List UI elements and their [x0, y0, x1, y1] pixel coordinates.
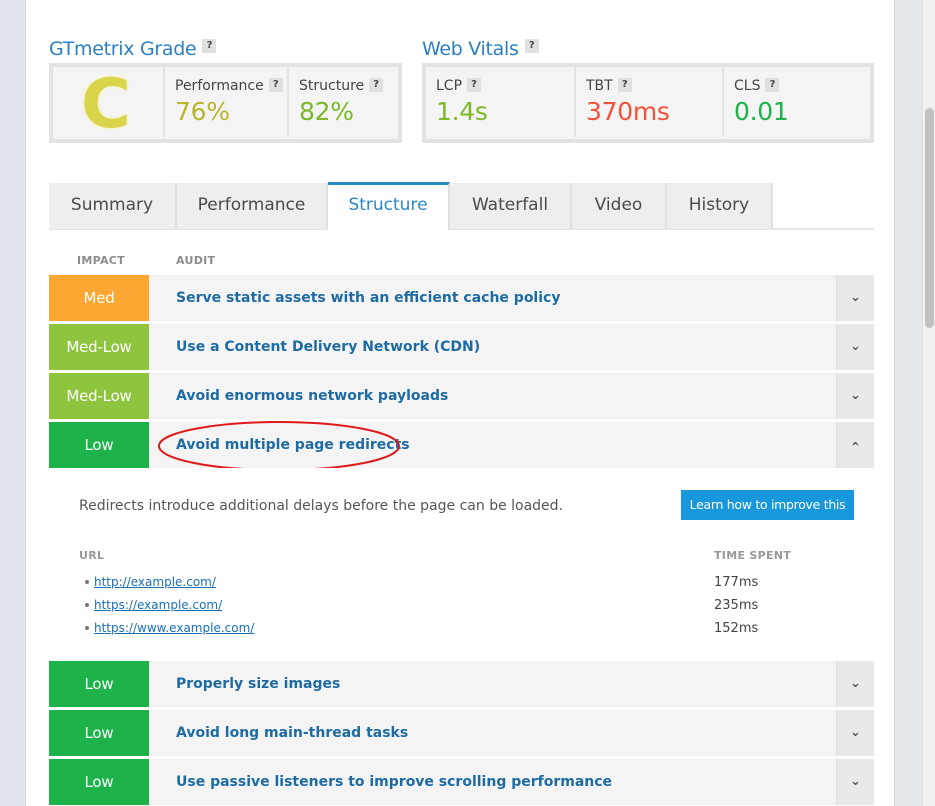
- web-vitals-box: LCP? 1.4s TBT? 370ms CLS? 0.01: [422, 63, 874, 143]
- tab-history[interactable]: History: [667, 183, 773, 229]
- audit-title[interactable]: Properly size images: [176, 676, 340, 692]
- impact-column-header: IMPACT: [77, 254, 125, 267]
- tbt-cell: TBT? 370ms: [574, 67, 722, 137]
- redirect-url-link[interactable]: http://example.com/: [94, 575, 216, 589]
- chevron-down-icon[interactable]: ⌄: [836, 759, 874, 805]
- redirect-time: 152ms: [714, 621, 759, 636]
- url-column-header: URL: [79, 549, 105, 562]
- chevron-down-icon[interactable]: ⌄: [836, 710, 874, 756]
- lcp-label: LCP: [436, 78, 463, 94]
- redirect-time: 235ms: [714, 598, 759, 613]
- impact-badge: Med: [49, 275, 149, 321]
- structure-cell: Structure? 82%: [287, 67, 398, 137]
- audit-row[interactable]: Low Avoid long main-thread tasks ⌄: [49, 710, 874, 756]
- learn-how-button[interactable]: Learn how to improve this: [681, 490, 854, 520]
- page-background-left: [0, 0, 25, 806]
- cls-value: 0.01: [734, 97, 789, 126]
- audit-title[interactable]: Avoid enormous network payloads: [176, 388, 448, 404]
- audit-row[interactable]: Med-Low Avoid enormous network payloads …: [49, 373, 874, 419]
- report-tabs: Summary Performance Structure Waterfall …: [49, 182, 874, 230]
- grade-letter: C: [81, 65, 131, 144]
- impact-badge: Low: [49, 422, 149, 468]
- tab-video[interactable]: Video: [572, 183, 667, 229]
- cls-help-icon[interactable]: ?: [765, 78, 780, 92]
- lcp-help-icon[interactable]: ?: [467, 78, 482, 92]
- impact-badge: Low: [49, 759, 149, 805]
- grade-help-icon[interactable]: ?: [202, 38, 217, 53]
- tbt-label: TBT: [586, 78, 613, 94]
- chevron-down-icon[interactable]: ⌄: [836, 661, 874, 707]
- audit-title[interactable]: Avoid long main-thread tasks: [176, 725, 408, 741]
- tab-summary[interactable]: Summary: [49, 183, 177, 229]
- audit-description: Redirects introduce additional delays be…: [79, 498, 564, 514]
- list-bullet: [85, 580, 89, 584]
- impact-badge: Low: [49, 661, 149, 707]
- cls-label: CLS: [734, 78, 761, 94]
- scrollbar-thumb[interactable]: [925, 108, 934, 328]
- structure-value: 82%: [299, 97, 354, 126]
- structure-label: Structure: [299, 78, 365, 94]
- impact-badge: Med-Low: [49, 324, 149, 370]
- redirect-time: 177ms: [714, 575, 759, 590]
- lcp-cell: LCP? 1.4s: [426, 67, 574, 137]
- chevron-down-icon[interactable]: ⌄: [836, 275, 874, 321]
- cls-cell: CLS? 0.01: [722, 67, 870, 137]
- redirect-url-link[interactable]: https://www.example.com/: [94, 621, 254, 635]
- impact-badge: Med-Low: [49, 373, 149, 419]
- performance-label: Performance: [175, 78, 264, 94]
- tab-waterfall[interactable]: Waterfall: [450, 183, 572, 229]
- audit-row[interactable]: Low Properly size images ⌄: [49, 661, 874, 707]
- chevron-down-icon[interactable]: ⌄: [836, 324, 874, 370]
- list-bullet: [85, 603, 89, 607]
- red-ellipse-annotation: [158, 421, 400, 471]
- web-vitals-title: Web Vitals?: [422, 38, 539, 60]
- vitals-help-icon[interactable]: ?: [524, 38, 539, 53]
- grade-cell: C: [53, 65, 163, 144]
- performance-value: 76%: [175, 97, 230, 126]
- tab-performance[interactable]: Performance: [177, 183, 328, 229]
- chevron-up-icon[interactable]: ⌄: [836, 422, 874, 468]
- performance-cell: Performance? 76%: [163, 67, 287, 137]
- structure-help-icon[interactable]: ?: [369, 78, 384, 92]
- lcp-value: 1.4s: [436, 97, 488, 126]
- audit-details: Redirects introduce additional delays be…: [49, 468, 874, 658]
- list-bullet: [85, 626, 89, 630]
- time-spent-column-header: TIME SPENT: [714, 549, 792, 562]
- audit-column-header: AUDIT: [176, 254, 216, 267]
- redirect-url-link[interactable]: https://example.com/: [94, 598, 222, 612]
- chevron-down-icon[interactable]: ⌄: [836, 373, 874, 419]
- performance-help-icon[interactable]: ?: [268, 78, 283, 92]
- audit-row[interactable]: Med-Low Use a Content Delivery Network (…: [49, 324, 874, 370]
- grade-box: C Performance? 76% Structure? 82%: [49, 63, 402, 144]
- gtmetrix-grade-title: GTmetrix Grade?: [49, 38, 217, 60]
- impact-badge: Low: [49, 710, 149, 756]
- tbt-help-icon[interactable]: ?: [617, 78, 632, 92]
- audit-row[interactable]: Med Serve static assets with an efficien…: [49, 275, 874, 321]
- audit-title[interactable]: Serve static assets with an efficient ca…: [176, 290, 560, 306]
- tab-structure[interactable]: Structure: [328, 182, 450, 230]
- tbt-value: 370ms: [586, 97, 670, 126]
- audit-row[interactable]: Low Use passive listeners to improve scr…: [49, 759, 874, 805]
- scrollbar-track[interactable]: [922, 0, 935, 806]
- audit-title[interactable]: Use passive listeners to improve scrolli…: [176, 774, 612, 790]
- audit-title[interactable]: Use a Content Delivery Network (CDN): [176, 339, 480, 355]
